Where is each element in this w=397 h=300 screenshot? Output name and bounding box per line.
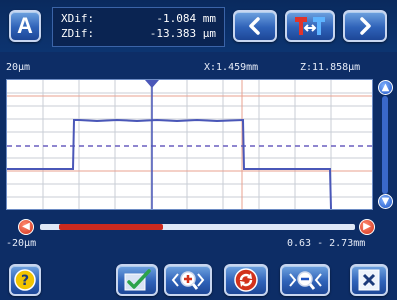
refresh-icon — [234, 268, 258, 292]
plot-grid — [7, 80, 372, 209]
close-icon — [358, 269, 380, 291]
scale-label: 20µm — [6, 62, 31, 73]
top-toolbar: A XDif: -1.084 mm ZDif: -13.383 µm — [0, 0, 397, 52]
x-range-label: 0.63 - 2.73mm — [287, 238, 366, 249]
chevron-right-icon — [360, 17, 371, 35]
arrow-left-icon: ◀ — [22, 221, 30, 232]
xdif-value: -1.084 mm — [156, 12, 216, 25]
close-button[interactable] — [350, 264, 388, 296]
profile-plot[interactable] — [6, 79, 373, 210]
zdif-row: ZDif: -13.383 µm — [61, 26, 216, 41]
x-position-readout: X:1.459mm — [204, 62, 259, 73]
horizontal-scroll-thumb[interactable] — [58, 224, 163, 230]
horizontal-scrollbar[interactable]: ◀ ▶ — [0, 218, 397, 236]
scroll-down-button[interactable]: ▼ — [378, 194, 393, 209]
zoom-out-button[interactable] — [280, 264, 330, 296]
difference-readout: XDif: -1.084 mm ZDif: -13.383 µm — [52, 7, 225, 47]
zoom-in-button[interactable] — [164, 264, 212, 296]
arrow-up-icon: ▲ — [381, 81, 390, 93]
range-info-bar: -20µm 0.63 - 2.73mm — [0, 237, 397, 251]
xdif-row: XDif: -1.084 mm — [61, 11, 216, 26]
xdif-label: XDif: — [61, 12, 95, 25]
previous-button[interactable] — [233, 10, 277, 42]
scroll-up-button[interactable]: ▲ — [378, 80, 393, 95]
zoom-out-icon — [289, 271, 322, 290]
profile-graph — [7, 80, 372, 209]
arrow-right-icon: ▶ — [363, 221, 371, 232]
level-tool-icon — [295, 17, 325, 35]
vertical-scrollbar[interactable]: ▲ ▼ — [378, 80, 393, 210]
help-icon: ? — [14, 269, 36, 291]
next-button[interactable] — [343, 10, 387, 42]
svg-text:?: ? — [21, 273, 29, 289]
z-height-readout: Z:11.858µm — [300, 62, 361, 73]
confirm-button[interactable] — [116, 264, 158, 296]
cursor-marker[interactable] — [145, 80, 159, 88]
zdif-label: ZDif: — [61, 27, 95, 40]
profile-line — [7, 118, 332, 209]
negative-scale-label: -20µm — [6, 238, 37, 249]
scroll-left-button[interactable]: ◀ — [18, 219, 34, 235]
zoom-in-icon — [171, 271, 205, 290]
bottom-toolbar: ? — [0, 258, 397, 300]
checkmark-icon — [124, 269, 151, 291]
horizontal-scroll-track[interactable] — [40, 224, 355, 230]
chevron-left-icon — [249, 17, 260, 35]
plot-info-bar: 20µm X:1.459mm Z:11.858µm — [0, 61, 397, 75]
scroll-right-button[interactable]: ▶ — [359, 219, 375, 235]
refresh-button[interactable] — [224, 264, 268, 296]
level-tool-button[interactable] — [285, 10, 335, 42]
vertical-scroll-track[interactable] — [382, 96, 388, 194]
zdif-value: -13.383 µm — [149, 27, 216, 40]
mode-a-label: A — [17, 13, 33, 38]
help-button[interactable]: ? — [9, 264, 41, 296]
mode-a-button[interactable]: A — [9, 10, 41, 42]
arrow-down-icon: ▼ — [381, 195, 390, 207]
